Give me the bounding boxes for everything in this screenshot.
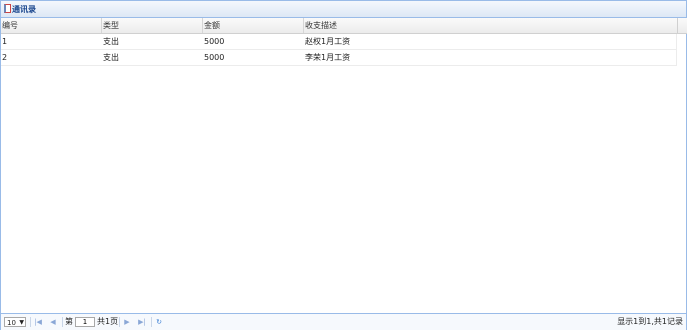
column-header-id[interactable]: 编号 (1, 18, 102, 33)
cell-amount: 5000 (204, 37, 225, 46)
cell-amount: 5000 (204, 53, 225, 62)
divider (151, 317, 152, 327)
next-page-icon[interactable]: ▶ (122, 317, 132, 327)
divider (119, 317, 120, 327)
column-header-description[interactable]: 收支描述 (304, 18, 677, 33)
page-number-input[interactable] (75, 317, 95, 327)
cell-description: 赵权1月工资 (305, 37, 351, 46)
pagination-info: 显示1到1,共1记录 (617, 317, 683, 326)
panel-header: 通讯录 (1, 1, 686, 18)
page-prefix-label: 第 (65, 317, 73, 326)
page-size-value: 10 (7, 319, 16, 327)
cell-type: 支出 (103, 53, 119, 62)
first-page-icon[interactable]: |◀ (33, 317, 43, 327)
table-row[interactable]: 2 支出 5000 李荣1月工资 (1, 50, 677, 66)
divider (62, 317, 63, 327)
prev-page-icon[interactable]: ◀ (48, 317, 58, 327)
page-size-select[interactable]: 10 ▼ (4, 317, 26, 327)
cell-description: 李荣1月工资 (305, 53, 351, 62)
table-row[interactable]: 1 支出 5000 赵权1月工资 (1, 34, 677, 50)
grid-header-filler (677, 18, 687, 34)
cell-id: 2 (2, 53, 8, 62)
pagination-bar: 10 ▼ |◀ ◀ 第 共1页 ▶ ▶| ↻ 显示1到1,共1记录 (1, 313, 686, 330)
column-header-type[interactable]: 类型 (102, 18, 203, 33)
address-book-panel: 通讯录 编号 类型 金额 收支描述 1 支出 5000 赵权1月工资 2 支出 … (0, 0, 687, 330)
last-page-icon[interactable]: ▶| (137, 317, 147, 327)
chevron-down-icon: ▼ (19, 319, 24, 326)
refresh-icon[interactable]: ↻ (154, 317, 164, 327)
grid-header: 编号 类型 金额 收支描述 (1, 18, 677, 34)
column-header-amount[interactable]: 金额 (203, 18, 304, 33)
cell-id: 1 (2, 37, 8, 46)
cell-type: 支出 (103, 37, 119, 46)
divider (30, 317, 31, 327)
contacts-icon (4, 4, 11, 13)
panel-title: 通讯录 (12, 5, 36, 14)
page-total-label: 共1页 (97, 317, 119, 326)
